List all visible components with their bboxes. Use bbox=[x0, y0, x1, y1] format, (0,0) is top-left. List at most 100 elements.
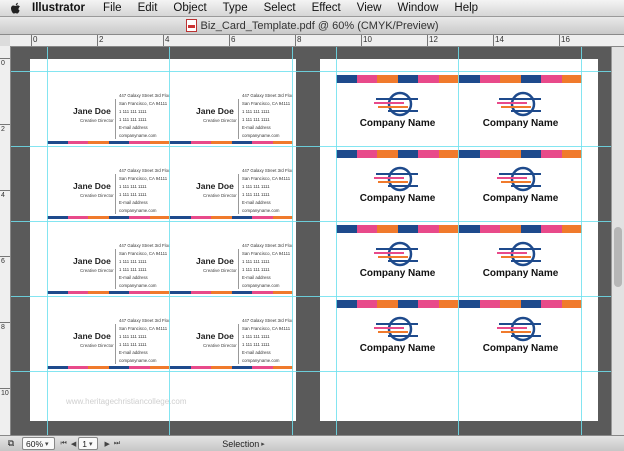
stripe-block bbox=[47, 291, 68, 294]
business-card-back[interactable]: Company Name bbox=[459, 225, 582, 298]
card-name: Jane Doe bbox=[196, 106, 234, 116]
card-info-phone1: 1 111 111 1111 bbox=[119, 334, 147, 339]
stripe-block bbox=[418, 75, 439, 83]
first-page-icon[interactable]: ⏮ bbox=[59, 440, 69, 448]
current-tool-label[interactable]: Selection bbox=[222, 439, 259, 449]
zoom-level-field[interactable]: 60% ▾ bbox=[22, 437, 55, 450]
stripe-block bbox=[520, 150, 541, 158]
horizontal-ruler[interactable]: 0 2 4 6 8 10 12 14 16 bbox=[10, 35, 624, 47]
business-card-front[interactable]: Jane Doe Creative Director 447 Galaxy Stre… bbox=[170, 296, 293, 369]
stripe-block bbox=[47, 141, 68, 144]
card-info-address2: San Francisco, CA 94111 bbox=[242, 251, 291, 256]
artboard-navigation-icon[interactable]: ⧉ bbox=[0, 438, 22, 449]
color-stripe bbox=[47, 141, 170, 144]
menu-type[interactable]: Type bbox=[215, 2, 256, 14]
ruler-label: 2 bbox=[99, 35, 104, 44]
artboard-canvas[interactable]: Jane Doe Creative Director 447 Galaxy Stre… bbox=[11, 47, 611, 435]
company-name-text: Company Name bbox=[359, 118, 436, 129]
stripe-block bbox=[459, 150, 480, 158]
card-divider bbox=[115, 99, 116, 139]
company-logo-icon bbox=[374, 166, 418, 192]
card-divider bbox=[115, 249, 116, 289]
stripe-block bbox=[336, 150, 357, 158]
stripe-block bbox=[108, 291, 129, 294]
company-name-text: Company Name bbox=[482, 268, 559, 279]
menu-file[interactable]: File bbox=[95, 2, 130, 14]
stripe-block bbox=[438, 75, 459, 83]
stripe-block bbox=[211, 141, 232, 144]
zoom-dropdown-icon[interactable]: ▾ bbox=[43, 440, 51, 448]
business-card-front[interactable]: Jane Doe Creative Director 447 Galaxy Stre… bbox=[170, 71, 293, 144]
business-card-front[interactable]: Jane Doe Creative Director 447 Galaxy Stre… bbox=[170, 221, 293, 294]
scroll-thumb[interactable] bbox=[614, 227, 622, 287]
guide-line bbox=[581, 47, 582, 435]
next-page-icon[interactable]: ▶ bbox=[102, 440, 111, 448]
business-card-back[interactable]: Company Name bbox=[336, 225, 459, 298]
guide-line bbox=[11, 71, 611, 72]
business-card-front[interactable]: Jane Doe Creative Director 447 Galaxy Stre… bbox=[47, 146, 170, 219]
business-card-back[interactable]: Company Name bbox=[336, 150, 459, 223]
card-info-website: companyname.com bbox=[242, 358, 280, 363]
menu-app-name[interactable]: Illustrator bbox=[30, 2, 95, 14]
company-logo-icon bbox=[497, 316, 541, 342]
stripe-block bbox=[561, 75, 582, 83]
color-stripe bbox=[459, 225, 582, 233]
card-info-phone1: 1 111 111 1111 bbox=[119, 184, 147, 189]
page-number-field[interactable]: 1 ▾ bbox=[78, 437, 99, 450]
business-card-front[interactable]: Jane Doe Creative Director 447 Galaxy Stre… bbox=[170, 146, 293, 219]
color-stripe bbox=[459, 300, 582, 308]
business-card-back[interactable]: Company Name bbox=[459, 300, 582, 373]
menu-select[interactable]: Select bbox=[256, 2, 304, 14]
prev-page-icon[interactable]: ◀ bbox=[69, 440, 78, 448]
menu-help[interactable]: Help bbox=[446, 2, 486, 14]
card-info-address2: San Francisco, CA 94111 bbox=[119, 176, 168, 181]
card-info-phone2: 1 111 111 1111 bbox=[242, 267, 270, 272]
artboard-page-front[interactable]: Jane Doe Creative Director 447 Galaxy Stre… bbox=[30, 59, 296, 421]
vertical-ruler[interactable]: 0 2 4 6 8 10 bbox=[0, 46, 11, 435]
card-info-email: E-mail address bbox=[119, 125, 148, 130]
card-info-website: companyname.com bbox=[119, 208, 157, 213]
stripe-block bbox=[88, 291, 109, 294]
artboard-page-back[interactable]: Company Name Company Name Company Name Comp… bbox=[320, 59, 598, 421]
ruler-tick bbox=[229, 35, 230, 46]
menu-window[interactable]: Window bbox=[389, 2, 446, 14]
guide-line bbox=[169, 47, 170, 435]
stripe-block bbox=[272, 141, 293, 144]
stripe-block bbox=[336, 75, 357, 83]
vertical-scrollbar[interactable] bbox=[611, 47, 624, 435]
business-card-back[interactable]: Company Name bbox=[336, 300, 459, 373]
apple-menu-icon[interactable] bbox=[0, 2, 30, 15]
company-name-text: Company Name bbox=[359, 343, 436, 354]
color-stripe bbox=[336, 150, 459, 158]
ruler-tick bbox=[0, 124, 10, 125]
ruler-tick bbox=[0, 190, 10, 191]
card-info-email: E-mail address bbox=[119, 350, 148, 355]
card-info-address1: 447 Galaxy Street 3rd Floor bbox=[242, 243, 293, 248]
business-card-front[interactable]: Jane Doe Creative Director 447 Galaxy Stre… bbox=[47, 296, 170, 369]
card-job-title: Creative Director bbox=[80, 118, 114, 123]
business-card-back[interactable]: Company Name bbox=[459, 150, 582, 223]
tool-info-arrow-icon[interactable]: ▸ bbox=[259, 440, 267, 448]
stripe-block bbox=[479, 75, 500, 83]
business-card-back[interactable]: Company Name bbox=[336, 75, 459, 148]
business-card-back[interactable]: Company Name bbox=[459, 75, 582, 148]
ruler-label: 8 bbox=[297, 35, 302, 44]
menu-edit[interactable]: Edit bbox=[130, 2, 166, 14]
business-card-front[interactable]: Jane Doe Creative Director 447 Galaxy Stre… bbox=[47, 221, 170, 294]
page-dropdown-icon[interactable]: ▾ bbox=[87, 440, 95, 448]
stripe-block bbox=[377, 75, 398, 83]
ruler-tick bbox=[295, 35, 296, 46]
menu-effect[interactable]: Effect bbox=[304, 2, 349, 14]
menu-object[interactable]: Object bbox=[165, 2, 214, 14]
stripe-block bbox=[47, 366, 68, 369]
ruler-tick bbox=[0, 388, 10, 389]
card-info-address2: San Francisco, CA 94111 bbox=[242, 176, 291, 181]
card-divider bbox=[115, 174, 116, 214]
stripe-block bbox=[272, 216, 293, 219]
menu-view[interactable]: View bbox=[349, 2, 390, 14]
card-job-title: Creative Director bbox=[203, 343, 237, 348]
ruler-tick bbox=[163, 35, 164, 46]
last-page-icon[interactable]: ⏭ bbox=[112, 440, 122, 448]
stripe-block bbox=[190, 141, 211, 144]
business-card-front[interactable]: Jane Doe Creative Director 447 Galaxy Stre… bbox=[47, 71, 170, 144]
